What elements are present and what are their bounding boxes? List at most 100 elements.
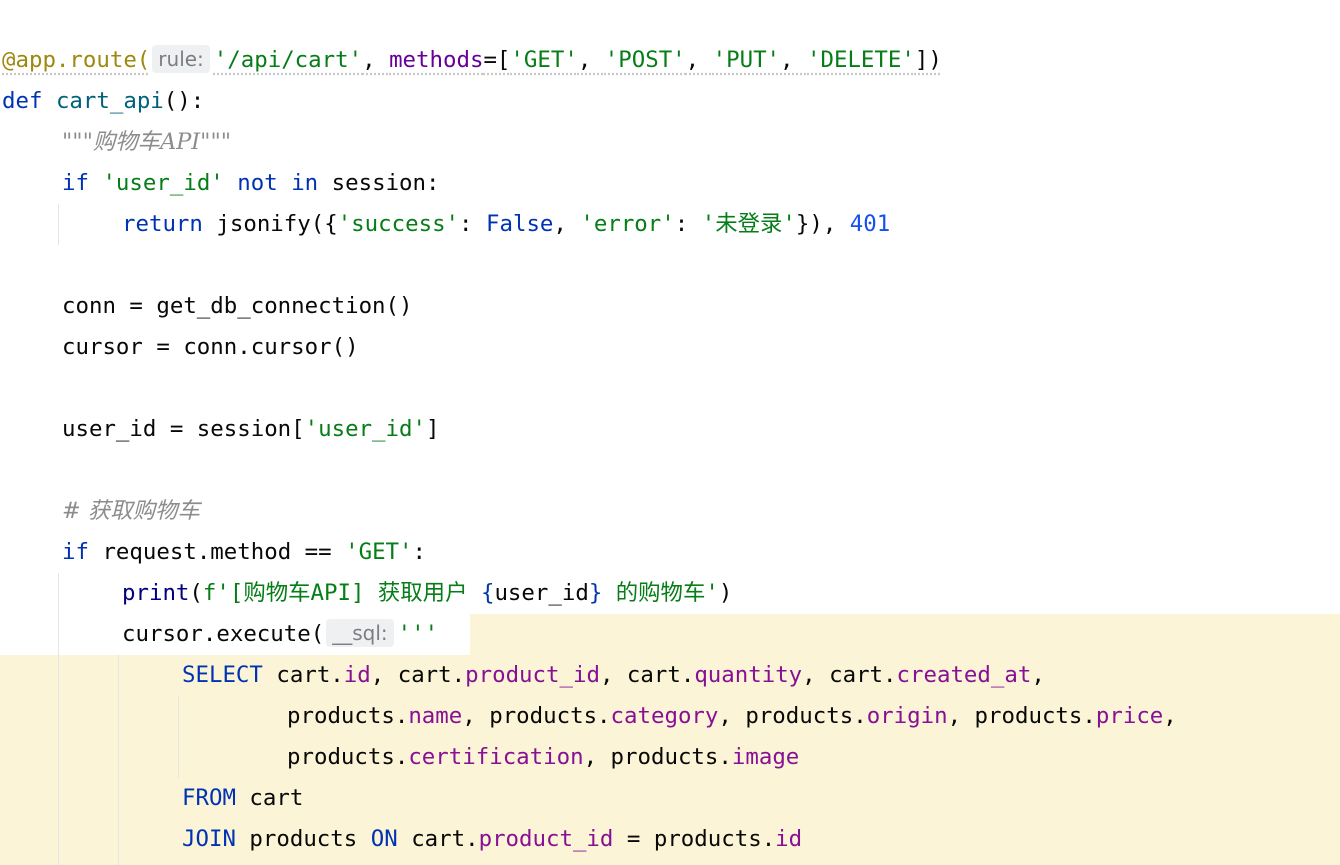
builtin-print: print	[122, 580, 190, 606]
string-literal: 'success'	[337, 211, 460, 237]
function-call: jsonify({	[216, 211, 338, 237]
string-literal: 'POST'	[604, 47, 686, 73]
punctuation: :	[674, 211, 702, 237]
keyword-in: in	[291, 170, 319, 196]
punctuation: ,	[553, 211, 581, 237]
punctuation: ,	[685, 47, 713, 73]
keyword-if: if	[62, 170, 89, 196]
comment: # 获取购物车	[62, 498, 200, 524]
fstring-literal: f'[购物车API] 获取用户	[202, 580, 481, 606]
keyword-argument: methods	[389, 47, 484, 73]
keyword-def: def	[2, 88, 43, 114]
code-line[interactable]: cursor = conn.cursor()	[0, 327, 1340, 368]
sql-column: id	[343, 662, 371, 688]
string-literal: 'user_id'	[102, 170, 224, 196]
sql-keyword-join: JOIN	[182, 826, 236, 852]
sql-table: , products.	[583, 744, 732, 770]
keyword-if: if	[62, 539, 89, 565]
code-line[interactable]: if 'user_id' not in session:	[0, 163, 1340, 204]
docstring: """购物车API"""	[62, 129, 232, 155]
string-literal: 'user_id'	[304, 416, 426, 442]
sql-column: certification	[408, 744, 584, 770]
sql-column: origin	[866, 703, 948, 729]
sql-keyword-select: SELECT	[182, 662, 263, 688]
punctuation: :	[412, 539, 426, 565]
punctuation: ]	[425, 416, 440, 442]
code-editor[interactable]: @app.route(rule: '/api/cart', methods=['G…	[0, 0, 1340, 865]
punctuation: ,	[1163, 703, 1177, 729]
keyword-false: False	[486, 211, 554, 237]
code-line[interactable]: products.name, products.category, produc…	[0, 696, 1340, 737]
punctuation: ])	[914, 47, 942, 73]
sql-table: , products.	[718, 703, 867, 729]
punctuation: ,	[362, 47, 390, 73]
number-literal: 401	[849, 211, 891, 237]
parameter-hint-sql: __sql:	[326, 619, 394, 647]
code-line[interactable]: conn = get_db_connection()	[0, 286, 1340, 327]
punctuation: ,	[1031, 662, 1045, 688]
code-line[interactable]: # 获取购物车	[0, 491, 1340, 532]
code-line[interactable]: if request.method == 'GET':	[0, 532, 1340, 573]
string-literal: '''	[397, 621, 439, 647]
sql-table: , products.	[462, 703, 611, 729]
sql-table: products.	[287, 744, 409, 770]
code-line[interactable]: print(f'[购物车API] 获取用户 {user_id} 的购物车')	[0, 573, 1340, 614]
string-literal: 'DELETE'	[807, 47, 915, 73]
sql-table: , products.	[947, 703, 1096, 729]
sql-column: category	[610, 703, 719, 729]
expression: request.method ==	[102, 539, 346, 565]
punctuation: }),	[795, 211, 850, 237]
keyword-return: return	[122, 211, 203, 237]
sql-table: , cart.	[802, 662, 897, 688]
parameter-hint-rule: rule:	[152, 45, 210, 73]
punctuation: )	[718, 580, 733, 606]
string-literal: 'GET'	[510, 47, 578, 73]
sql-table: products	[249, 826, 358, 852]
string-literal: 'PUT'	[712, 47, 781, 73]
code-line[interactable]: @app.route(rule: '/api/cart', methods=['G…	[0, 40, 1340, 81]
fstring-literal: 的购物车'	[602, 580, 719, 606]
fstring-variable: user_id	[494, 580, 589, 606]
statement: conn = get_db_connection()	[62, 293, 413, 319]
punctuation: =[	[483, 47, 511, 73]
string-literal: 'error'	[580, 211, 675, 237]
fstring-brace: {	[480, 580, 495, 606]
sql-column: name	[408, 703, 463, 729]
sql-column: product_id	[465, 662, 600, 688]
punctuation: ():	[163, 88, 205, 114]
function-call: cursor.execute(	[122, 621, 325, 647]
sql-table: cart.	[411, 826, 479, 852]
code-line[interactable]: user_id = session['user_id']	[0, 409, 1340, 450]
sql-column: price	[1095, 703, 1164, 729]
string-literal: '/api/cart'	[213, 47, 363, 73]
sql-table: , cart.	[370, 662, 466, 688]
statement: cursor = conn.cursor()	[62, 334, 359, 360]
code-line[interactable]: FROM cart	[0, 778, 1340, 819]
punctuation: :	[459, 211, 486, 237]
sql-table: = products.	[613, 826, 776, 852]
sql-keyword-on: ON	[370, 826, 398, 852]
code-line[interactable]: cursor.execute(__sql: '''	[0, 614, 1340, 655]
string-literal: 'GET'	[345, 539, 413, 565]
sql-column: product_id	[478, 826, 614, 852]
code-line[interactable]: JOIN products ON cart.product_id = produ…	[0, 819, 1340, 860]
function-name: cart_api	[55, 88, 164, 114]
code-line[interactable]: return jsonify({'success': False, 'error…	[0, 204, 1340, 245]
sql-table: cart.	[276, 662, 344, 688]
string-literal: '未登录'	[701, 211, 796, 237]
code-line[interactable]: SELECT cart.id, cart.product_id, cart.qu…	[0, 655, 1340, 696]
code-line[interactable]: def cart_api():	[0, 81, 1340, 122]
code-line[interactable]: """购物车API"""	[0, 122, 1340, 163]
punctuation: ,	[780, 47, 808, 73]
keyword-not: not	[237, 170, 278, 196]
code-line[interactable]: products.certification, products.image	[0, 737, 1340, 778]
sql-table: products.	[287, 703, 409, 729]
decorator: @app.route(	[2, 47, 151, 73]
sql-keyword-from: FROM	[182, 785, 236, 811]
sql-column: image	[731, 744, 800, 770]
sql-column: created_at	[896, 662, 1032, 688]
punctuation: (	[189, 580, 203, 606]
punctuation: ,	[577, 47, 605, 73]
sql-column: id	[775, 826, 803, 852]
sql-column: quantity	[694, 662, 803, 688]
